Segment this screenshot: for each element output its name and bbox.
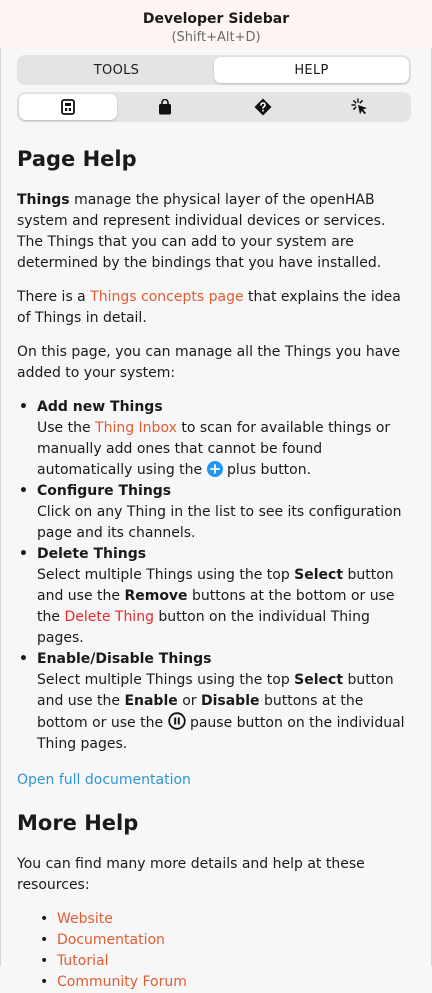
sidebar-title: Developer Sidebar: [142, 11, 290, 27]
add-text-1: Use the: [37, 420, 96, 436]
manage-paragraph: On this page, you can manage all the Thi…: [17, 344, 401, 381]
delete-thing-label: Delete Thing: [64, 609, 154, 625]
page-help-heading: Page Help: [17, 147, 137, 171]
plus-circle-icon: [206, 461, 223, 477]
concepts-pre: There is a: [17, 289, 91, 305]
add-text-3: plus button.: [222, 462, 312, 478]
configure-things-title: Configure Things: [37, 483, 172, 499]
icon-tab-click[interactable]: [312, 94, 410, 120]
icon-tab-page-help[interactable]: [19, 94, 117, 120]
main-tabs: TOOLS HELP: [17, 55, 411, 85]
click-cursor-icon: [351, 98, 368, 115]
open-documentation-link[interactable]: Open full documentation: [17, 770, 412, 791]
question-diamond-icon: [254, 98, 272, 116]
community-forum-link[interactable]: Community Forum: [57, 974, 187, 990]
things-bold: Things: [17, 192, 70, 208]
tab-help[interactable]: HELP: [214, 57, 409, 83]
page-help-icon: [60, 99, 75, 115]
more-help-heading: More Help: [17, 811, 139, 835]
resource-item: Website: [17, 909, 412, 930]
enable-bold: Enable: [124, 693, 178, 709]
things-concepts-link[interactable]: Things concepts page: [90, 289, 243, 305]
list-item-add: Add new Things Use the Thing Inbox to sc…: [17, 397, 412, 481]
delete-remove-bold: Remove: [124, 588, 188, 604]
documentation-link[interactable]: Documentation: [57, 932, 165, 948]
delete-text-1: Select multiple Things using the top: [37, 567, 295, 583]
list-item-enable: Enable/Disable Things Select multiple Th…: [17, 649, 412, 755]
icon-tab-question[interactable]: [214, 94, 312, 120]
resources-list: Website Documentation Tutorial Community…: [17, 909, 412, 993]
configure-things-text: Click on any Thing in the list to see it…: [37, 504, 402, 541]
disable-bold: Disable: [200, 693, 260, 709]
resource-item: Community Forum: [17, 972, 412, 993]
things-intro: Things manage the physical layer of the …: [17, 190, 412, 274]
actions-list: Add new Things Use the Thing Inbox to sc…: [17, 397, 412, 755]
pause-circle-icon: [167, 712, 186, 730]
help-content: Page Help Things manage the physical lay…: [17, 140, 412, 993]
enable-select-bold: Select: [294, 672, 344, 688]
delete-things-text: Select multiple Things using the top Sel…: [37, 565, 412, 649]
tutorial-link[interactable]: Tutorial: [57, 953, 108, 969]
sidebar-header: Developer Sidebar (Shift+Alt+D): [0, 0, 432, 48]
website-link[interactable]: Website: [57, 911, 113, 927]
resource-item: Documentation: [17, 930, 412, 951]
list-item-delete: Delete Things Select multiple Things usi…: [17, 544, 412, 649]
more-help-intro: You can find many more details and help …: [17, 856, 365, 893]
sidebar-shortcut: (Shift+Alt+D): [171, 30, 261, 45]
tab-tools[interactable]: TOOLS: [19, 57, 214, 83]
enable-text-3: or: [177, 693, 201, 709]
list-item-configure: Configure Things Click on any Thing in t…: [17, 481, 412, 544]
add-things-text: Use the Thing Inbox to scan for availabl…: [37, 418, 412, 481]
add-things-title: Add new Things: [37, 399, 163, 415]
enable-text-1: Select multiple Things using the top: [37, 672, 295, 688]
icon-tab-bag[interactable]: [117, 94, 215, 120]
delete-select-bold: Select: [294, 567, 344, 583]
delete-things-title: Delete Things: [37, 546, 147, 562]
concepts-paragraph: There is a Things concepts page that exp…: [17, 287, 412, 329]
enable-things-text: Select multiple Things using the top Sel…: [37, 670, 412, 755]
resource-item: Tutorial: [17, 951, 412, 972]
enable-things-title: Enable/Disable Things: [37, 651, 212, 667]
thing-inbox-link[interactable]: Thing Inbox: [95, 420, 177, 436]
things-intro-text: manage the physical layer of the openHAB…: [17, 192, 386, 271]
shopping-bag-icon: [159, 99, 172, 115]
help-icon-tabs: [17, 92, 411, 122]
